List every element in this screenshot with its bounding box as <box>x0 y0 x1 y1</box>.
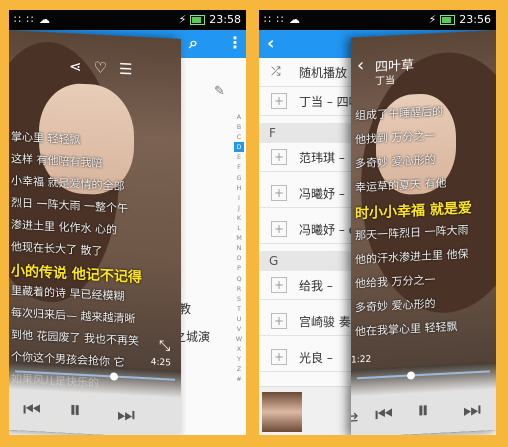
next-icon[interactable]: ⏭ <box>117 402 135 427</box>
alphabet-letter[interactable]: X <box>234 344 244 354</box>
collapse-icon[interactable]: ⤡ <box>159 338 170 355</box>
seek-knob[interactable] <box>407 371 415 380</box>
alphabet-letter[interactable]: Y <box>234 354 244 364</box>
share-icon[interactable]: ⋖ <box>69 57 82 76</box>
playback-controls: 1:22 ⇄ ⏮ ⏸ ⏭ <box>351 355 496 435</box>
back-icon[interactable]: ‹ <box>267 33 274 54</box>
pause-icon[interactable]: ⏸ <box>69 395 81 424</box>
heart-icon[interactable]: ♡ <box>94 58 107 77</box>
add-icon[interactable]: + <box>271 149 287 165</box>
signal-icon: ⚡ <box>428 13 437 26</box>
phone-screen-right: ∷ ∷ ☁ ⚡ 23:56 ‹ 本 ⤮ 随机播放 +丁当 – 四叶F+范玮琪 –… <box>259 10 496 435</box>
alphabet-letter[interactable]: J <box>234 203 244 213</box>
notification-icons: ∷ ∷ ☁ <box>14 13 51 26</box>
playback-controls: 4:25 ⏮ ⏸ ⏭ <box>9 357 181 435</box>
playlist-icon[interactable]: ☰ <box>119 60 132 79</box>
alphabet-index[interactable]: A B C D E F G H I J K L M N O P Q R S T U V W X Y Z # <box>234 112 244 385</box>
status-bar: ∷ ∷ ☁ ⚡ 23:58 <box>9 10 246 30</box>
artist-name: 丁当 <box>375 75 395 88</box>
add-icon[interactable]: + <box>271 221 287 237</box>
alphabet-letter[interactable]: G <box>234 173 244 183</box>
section-letter: F <box>269 126 276 140</box>
lyric-line: 到他 花园废了 我也不再笑 <box>11 328 139 348</box>
lyric-line: 他在我掌心里 轻轻飘 <box>355 320 458 339</box>
previous-icon[interactable]: ⏮ <box>375 401 393 426</box>
alphabet-letter[interactable]: T <box>234 304 244 314</box>
now-playing-panel: ‹ 四叶草 丁当 组成了午睡醒后的 他找到 万分之一 多奇妙 爱心形的 幸运草的夏天 … <box>351 30 496 435</box>
alphabet-letter[interactable]: N <box>234 243 244 253</box>
alphabet-letter[interactable]: H <box>234 183 244 193</box>
battery-icon <box>440 14 456 25</box>
alphabet-letter[interactable]: F <box>234 162 244 172</box>
alphabet-letter[interactable]: B <box>234 122 244 132</box>
notification-icons: ∷ ∷ ☁ <box>264 13 301 26</box>
alphabet-letter[interactable]: U <box>234 314 244 324</box>
alphabet-letter[interactable]: V <box>234 324 244 334</box>
alphabet-letter[interactable]: C <box>234 132 244 142</box>
alphabet-letter[interactable]: P <box>234 263 244 273</box>
alphabet-letter[interactable]: M <box>234 233 244 243</box>
song-title: 光良 – <box>299 351 333 365</box>
signal-icon: ⚡ <box>178 13 187 26</box>
seek-bar[interactable] <box>15 370 175 381</box>
add-icon[interactable]: + <box>271 93 287 109</box>
clock: 23:58 <box>209 13 241 26</box>
edit-icon[interactable]: ✎ <box>214 84 225 99</box>
total-time: 4:25 <box>150 357 171 369</box>
section-letter: G <box>269 254 279 268</box>
shuffle-icon: ⤮ <box>271 64 281 78</box>
current-time: 1:22 <box>351 354 372 366</box>
now-playing-panel: ⋖ ♡ ☰ 掌心里 轻轻飘 这样 有他陪有我陪 小幸福 就是爱情的全部 烈日 一阵大雨… <box>9 30 181 435</box>
alphabet-letter[interactable]: K <box>234 213 244 223</box>
lyric-line: 多奇妙 爱心形的 <box>355 297 436 315</box>
battery-icon <box>190 14 206 25</box>
overflow-menu-icon[interactable]: ⋮ <box>227 33 243 52</box>
repeat-icon[interactable]: ⇄ <box>351 408 358 428</box>
search-icon[interactable]: ⌕ <box>189 33 198 53</box>
clock: 23:56 <box>459 13 491 26</box>
add-icon[interactable]: + <box>271 185 287 201</box>
alphabet-letter[interactable]: W <box>234 334 244 344</box>
phone-screen-left: ∷ ∷ ☁ ⚡ 23:58 ⌕ ⋮ ✎ 教 之城演 ABCDEFGHIJKLMN… <box>9 10 246 435</box>
add-icon[interactable]: + <box>271 349 287 365</box>
pause-icon[interactable]: ⏸ <box>417 396 429 425</box>
song-title: 冯曦妤 – <box>299 187 345 201</box>
previous-icon[interactable]: ⏮ <box>23 397 41 422</box>
alphabet-letter[interactable]: O <box>234 253 244 263</box>
alphabet-letter[interactable]: D <box>234 142 244 153</box>
shuffle-label: 随机播放 <box>299 66 348 80</box>
status-right: ⚡ 23:58 <box>179 13 241 26</box>
alphabet-letter[interactable]: Z <box>234 364 244 374</box>
alphabet-letter[interactable]: R <box>234 284 244 294</box>
add-icon[interactable]: + <box>271 313 287 329</box>
alphabet-letter[interactable]: Q <box>234 274 244 284</box>
player-header: ‹ 四叶草 丁当 <box>351 48 496 92</box>
album-thumbnail <box>262 392 302 432</box>
status-right: ⚡ 23:56 <box>429 13 491 26</box>
song-title: 范玮琪 – <box>299 151 345 165</box>
status-bar: ∷ ∷ ☁ ⚡ 23:56 <box>259 10 496 30</box>
alphabet-letter[interactable]: L <box>234 223 244 233</box>
alphabet-letter[interactable]: I <box>234 193 244 203</box>
song-title: 给我 – <box>299 279 333 293</box>
alphabet-letter[interactable]: # <box>234 374 244 384</box>
add-icon[interactable]: + <box>271 277 287 293</box>
back-icon[interactable]: ‹ <box>357 55 364 76</box>
seek-knob[interactable] <box>110 372 118 381</box>
alphabet-letter[interactable]: A <box>234 112 244 122</box>
lyric-line: 每次归来后— 越来越清晰 <box>11 306 136 326</box>
alphabet-letter[interactable]: S <box>234 294 244 304</box>
alphabet-letter[interactable]: E <box>234 152 244 162</box>
next-icon[interactable]: ⏭ <box>463 397 481 422</box>
seek-bar[interactable] <box>357 370 490 380</box>
